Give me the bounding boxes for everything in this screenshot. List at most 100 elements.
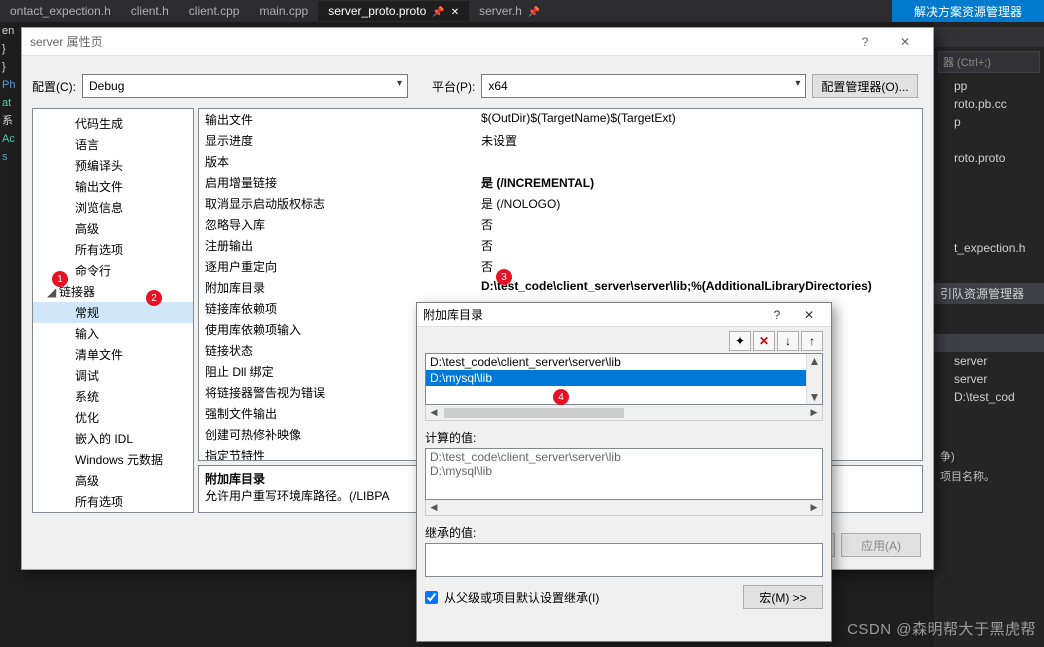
- scroll-up-icon[interactable]: ▲: [809, 354, 821, 368]
- tab-label: ontact_expection.h: [10, 4, 111, 18]
- inherit-from-parent-label: 从父级或项目默认设置继承(I): [444, 589, 599, 606]
- tree-item-pch[interactable]: 预编译头: [33, 155, 193, 176]
- tab-server-proto[interactable]: server_proto.proto📌✕: [318, 1, 469, 21]
- pin-icon[interactable]: 📌: [432, 7, 444, 18]
- tab-label: client.cpp: [189, 4, 240, 18]
- pin-icon[interactable]: 📌: [528, 7, 540, 18]
- directories-listbox[interactable]: D:\test_code\client_server\server\lib D:…: [425, 353, 823, 405]
- tree-item-linker-manifest[interactable]: 清单文件: [33, 344, 193, 365]
- grid-value[interactable]: 未设置: [475, 130, 922, 151]
- inherit-from-parent-checkbox[interactable]: [425, 591, 438, 604]
- scroll-thumb[interactable]: [444, 408, 624, 418]
- annotation-badge-1: 1: [52, 271, 68, 287]
- macros-button[interactable]: 宏(M) >>: [743, 585, 823, 609]
- scroll-left-icon[interactable]: ◀: [426, 502, 442, 513]
- tree-item-linker-system[interactable]: 系统: [33, 386, 193, 407]
- configuration-combo[interactable]: [82, 74, 408, 98]
- tree-item[interactable]: roto.pb.cc: [934, 95, 1044, 113]
- computed-item: D:\mysql\lib: [430, 464, 818, 478]
- tree-item-codegen[interactable]: 代码生成: [33, 113, 193, 134]
- grid-value[interactable]: 否: [475, 256, 922, 277]
- computed-values-box: D:\test_code\client_server\server\lib D:…: [425, 448, 823, 500]
- config-platform-row: 配置(C): 平台(P): 配置管理器(O)...: [22, 56, 933, 108]
- scrollbar-vertical[interactable]: ▲▼: [806, 354, 822, 404]
- tree-item-advanced[interactable]: 高级: [33, 218, 193, 239]
- tree-item-output-files[interactable]: 输出文件: [33, 176, 193, 197]
- grid-key: 逐用户重定向: [199, 256, 475, 277]
- close-icon[interactable]: ✕: [451, 7, 459, 18]
- dialog-title: server 属性页: [30, 33, 845, 50]
- toolbar: [934, 27, 1044, 47]
- close-button[interactable]: ✕: [793, 308, 825, 322]
- tree-item-linker-input[interactable]: 输入: [33, 323, 193, 344]
- tree-item-browse-info[interactable]: 浏览信息: [33, 197, 193, 218]
- close-button[interactable]: ✕: [885, 35, 925, 49]
- tree-item-linker-embedded-idl[interactable]: 嵌入的 IDL: [33, 428, 193, 449]
- tree-item-linker-windows-metadata[interactable]: Windows 元数据: [33, 449, 193, 470]
- delete-icon[interactable]: ✕: [753, 331, 775, 351]
- tab-main-cpp[interactable]: main.cpp: [249, 1, 318, 21]
- prop-desc: 项目名称。: [934, 466, 1044, 486]
- scroll-right-icon[interactable]: ▶: [806, 407, 822, 418]
- tab-label: server.h: [479, 4, 522, 18]
- move-down-icon[interactable]: ↓: [777, 331, 799, 351]
- list-item[interactable]: D:\test_code\client_server\server\lib: [426, 354, 822, 370]
- grid-value[interactable]: $(OutDir)$(TargetName)$(TargetExt): [475, 109, 922, 130]
- list-item-selected[interactable]: D:\mysql\lib: [426, 370, 822, 386]
- help-button[interactable]: ?: [845, 35, 885, 49]
- expand-icon[interactable]: ◢: [47, 285, 59, 299]
- grid-value[interactable]: 是 (/NOLOGO): [475, 193, 922, 214]
- tree-item-linker-general[interactable]: 常规: [33, 302, 193, 323]
- platform-combo[interactable]: [481, 74, 806, 98]
- tree-item-all-options[interactable]: 所有选项: [33, 239, 193, 260]
- tab-client-h[interactable]: client.h: [121, 1, 179, 21]
- tree-item[interactable]: t_expection.h: [934, 239, 1044, 257]
- search-input[interactable]: 器 (Ctrl+;): [938, 51, 1040, 73]
- computed-item: D:\test_code\client_server\server\lib: [430, 450, 818, 464]
- grid-value[interactable]: 是 (/INCREMENTAL): [475, 172, 922, 193]
- tree-item[interactable]: roto.proto: [934, 149, 1044, 167]
- category-tree[interactable]: 代码生成 语言 预编译头 输出文件 浏览信息 高级 所有选项 命令行 ◢链接器 …: [32, 108, 194, 513]
- prop-item: server: [934, 352, 1044, 370]
- configuration-manager-button[interactable]: 配置管理器(O)...: [812, 74, 917, 98]
- new-line-icon[interactable]: ✦: [729, 331, 751, 351]
- annotation-badge-4: 4: [553, 389, 569, 405]
- prop-desc: 争): [934, 446, 1044, 466]
- tree-item[interactable]: p: [934, 113, 1044, 131]
- grid-key: 输出文件: [199, 109, 475, 130]
- tree-item-linker-advanced[interactable]: 高级: [33, 470, 193, 491]
- platform-label: 平台(P):: [432, 78, 475, 95]
- tree-item-linker-command-line[interactable]: 命令行: [33, 512, 193, 513]
- grid-value[interactable]: 否: [475, 214, 922, 235]
- grid-key: 附加库目录: [199, 277, 475, 298]
- tree-item[interactable]: pp: [934, 77, 1044, 95]
- apply-button[interactable]: 应用(A): [841, 533, 921, 557]
- tree-item-linker-debugging[interactable]: 调试: [33, 365, 193, 386]
- tree-item-linker-all-options[interactable]: 所有选项: [33, 491, 193, 512]
- grid-value[interactable]: [475, 151, 922, 172]
- move-up-icon[interactable]: ↑: [801, 331, 823, 351]
- solution-explorer-title[interactable]: 解决方案资源管理器: [892, 0, 1044, 22]
- scroll-left-icon[interactable]: ◀: [426, 407, 442, 418]
- team-explorer-tab[interactable]: 引队资源管理器: [934, 283, 1044, 304]
- prop-item: D:\test_cod: [934, 388, 1044, 406]
- tab-server-h[interactable]: server.h 📌: [469, 1, 550, 21]
- grid-value[interactable]: 否: [475, 235, 922, 256]
- config-label: 配置(C):: [32, 78, 76, 95]
- scroll-down-icon[interactable]: ▼: [809, 390, 821, 404]
- grid-key: 取消显示启动版权标志: [199, 193, 475, 214]
- tab-client-cpp[interactable]: client.cpp: [179, 1, 250, 21]
- annotation-badge-2: 2: [146, 290, 162, 306]
- tree-item-linker-optimization[interactable]: 优化: [33, 407, 193, 428]
- scroll-right-icon[interactable]: ▶: [806, 502, 822, 513]
- list-toolbar: ✦ ✕ ↓ ↑: [417, 327, 831, 353]
- inherited-values-label: 继承的值:: [425, 524, 823, 541]
- tab-contact-expection-h[interactable]: ontact_expection.h: [0, 1, 121, 21]
- code-gutter: en}}Ph at 系Ac s: [0, 22, 16, 647]
- solution-explorer-panel: 器 (Ctrl+;) pp roto.pb.cc p roto.proto t_…: [934, 22, 1044, 647]
- grid-value-additional-lib-dirs[interactable]: D:\test_code\client_server\server\lib;%(…: [475, 277, 922, 298]
- scrollbar-horizontal[interactable]: ◀▶: [425, 500, 823, 516]
- scrollbar-horizontal[interactable]: ◀▶: [425, 405, 823, 421]
- tree-item-language[interactable]: 语言: [33, 134, 193, 155]
- help-button[interactable]: ?: [761, 308, 793, 322]
